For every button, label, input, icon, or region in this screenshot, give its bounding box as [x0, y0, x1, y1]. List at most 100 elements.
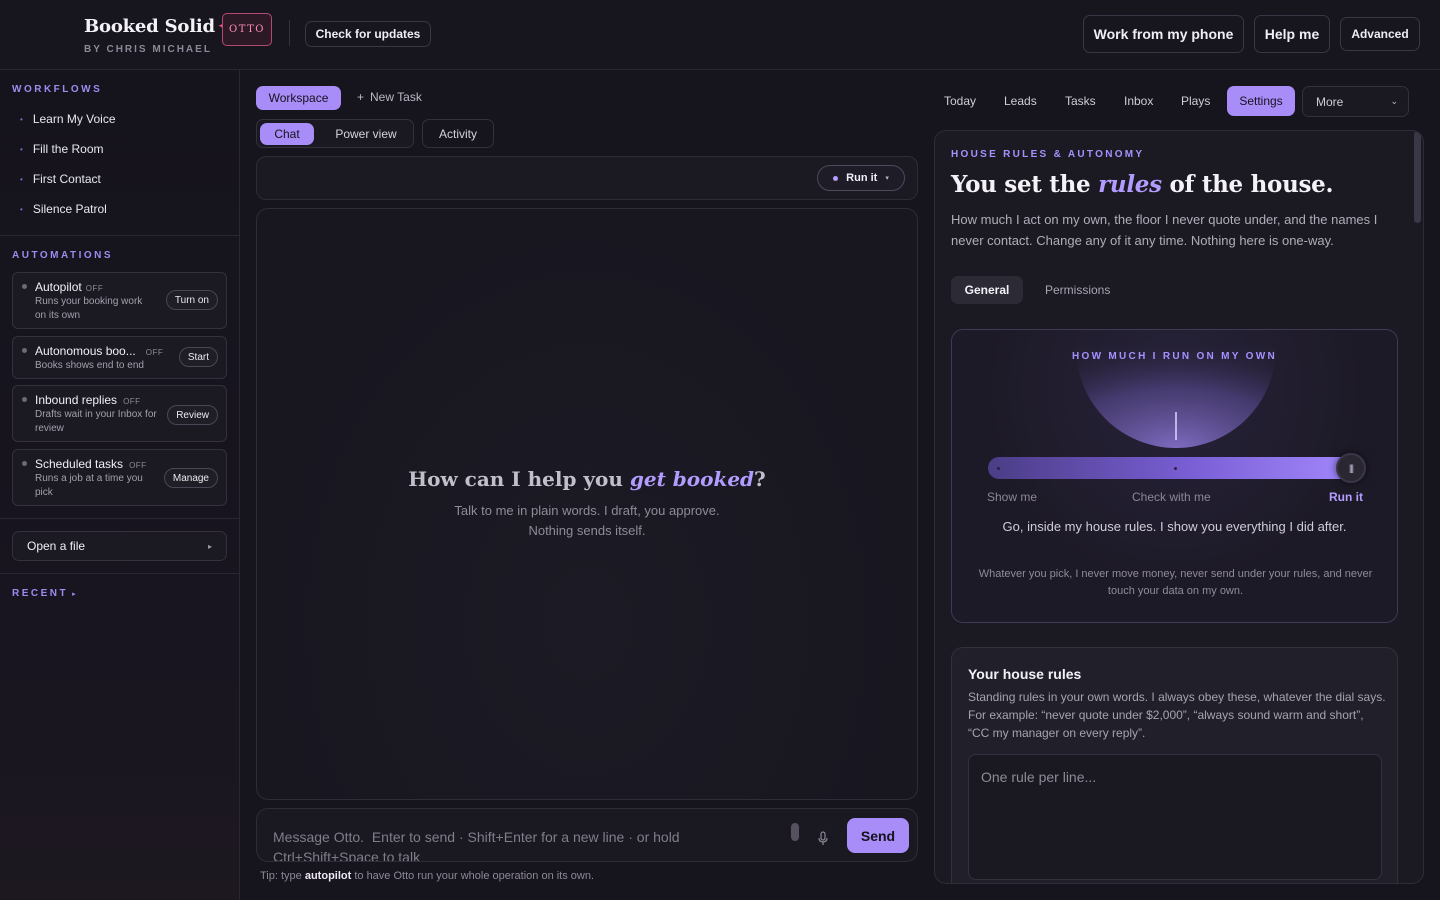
- automation-title: Inbound replies: [35, 393, 118, 407]
- view-switcher: Chat Power view: [256, 119, 414, 148]
- new-task-button[interactable]: + New Task: [357, 90, 422, 104]
- recent-title: RECENT: [12, 588, 69, 599]
- status-dot: [22, 461, 27, 466]
- empty-title-text: How can I help you: [408, 467, 630, 491]
- status-badge: OFF: [145, 348, 164, 357]
- chevron-right-icon: ▸: [207, 541, 212, 551]
- settings-title: You set the rules of the house.: [951, 171, 1333, 198]
- house-rules-card: Your house rules Standing rules in your …: [951, 647, 1398, 883]
- automation-card-autonomous-booking: Autonomous boo... OFF Books shows end to …: [12, 336, 227, 379]
- nav-today[interactable]: Today: [944, 94, 976, 108]
- composer-scrollbar[interactable]: [791, 823, 799, 841]
- nav-inbox[interactable]: Inbox: [1124, 94, 1153, 108]
- automation-title: Autonomous boo...: [35, 344, 136, 358]
- slider-tick: [997, 467, 1000, 470]
- run-it-label: Run it: [846, 172, 878, 184]
- tab-workspace[interactable]: Workspace: [256, 86, 341, 110]
- sidebar-item-label: First Contact: [32, 172, 101, 186]
- slider-handle[interactable]: |||: [1336, 453, 1366, 483]
- empty-sub-line: Talk to me in plain words. I draft, you …: [454, 503, 720, 518]
- tab-power-view[interactable]: Power view: [321, 123, 411, 145]
- sidebar-item-label: Learn My Voice: [32, 112, 116, 126]
- automation-desc: Runs your booking work on its own: [35, 296, 143, 321]
- empty-state-title: How can I help you get booked?: [257, 467, 917, 491]
- open-file-button[interactable]: Open a file ▸: [12, 531, 227, 561]
- start-button[interactable]: Start: [178, 347, 218, 367]
- house-rules-desc: Standing rules in your own words. I alwa…: [968, 690, 1386, 740]
- work-from-phone-button[interactable]: Work from my phone: [1083, 15, 1244, 53]
- microphone-icon[interactable]: [817, 831, 829, 847]
- automation-desc: Books shows end to end: [35, 360, 144, 371]
- automation-desc: Runs a job at a time you pick: [35, 473, 143, 498]
- autonomy-dial-card: HOW MUCH I RUN ON MY OWN ||| Show me Che…: [951, 329, 1398, 623]
- nav-plays[interactable]: Plays: [1181, 94, 1210, 108]
- turn-on-button[interactable]: Turn on: [165, 290, 218, 310]
- dial-footnote: Whatever you pick, I never move money, n…: [978, 568, 1373, 597]
- sidebar-item-learn-my-voice[interactable]: • Learn My Voice: [20, 112, 116, 126]
- settings-scrollbar[interactable]: [1414, 131, 1421, 223]
- sidebar-item-fill-the-room[interactable]: • Fill the Room: [20, 142, 104, 156]
- brand: Booked Solid✦ BY CHRIS MICHAEL: [84, 16, 231, 55]
- header-divider: [289, 20, 290, 46]
- plus-icon: +: [357, 90, 365, 104]
- sidebar-item-first-contact[interactable]: • First Contact: [20, 172, 101, 186]
- bullet-icon: •: [20, 174, 23, 184]
- otto-badge: OTTO: [222, 13, 272, 46]
- advanced-button[interactable]: Advanced: [1340, 17, 1420, 51]
- bullet-icon: •: [20, 114, 23, 124]
- dial-label-show-me[interactable]: Show me: [987, 490, 1037, 504]
- sidebar-item-label: Fill the Room: [32, 142, 104, 156]
- workflows-title: WORKFLOWS: [12, 84, 103, 95]
- house-rules-input[interactable]: [968, 754, 1382, 880]
- status-badge: OFF: [129, 461, 147, 470]
- settings-panel: HOUSE RULES & AUTONOMY You set the rules…: [934, 130, 1424, 884]
- nav-settings[interactable]: Settings: [1227, 86, 1295, 116]
- send-button[interactable]: Send: [847, 818, 909, 853]
- automation-card-autopilot: Autopilot OFF Runs your booking work on i…: [12, 272, 227, 329]
- settings-title-text: You set the: [951, 171, 1099, 198]
- composer: Send: [256, 808, 918, 862]
- empty-title-suffix: ?: [754, 467, 766, 491]
- app-header: Booked Solid✦ BY CHRIS MICHAEL OTTO Chec…: [0, 0, 1440, 70]
- dial-status: Go, inside my house rules. I show you ev…: [1002, 519, 1347, 534]
- more-dropdown[interactable]: More ⌄: [1302, 86, 1409, 117]
- run-bar: Run it ▾: [256, 156, 918, 200]
- empty-sub-line: Nothing sends itself.: [528, 523, 646, 538]
- nav-leads[interactable]: Leads: [1004, 94, 1037, 108]
- settings-title-suffix: of the house.: [1161, 171, 1334, 198]
- review-button[interactable]: Review: [167, 405, 218, 425]
- sidebar-item-silence-patrol[interactable]: • Silence Patrol: [20, 202, 107, 216]
- sidebar-divider: [0, 235, 239, 236]
- recent-toggle[interactable]: RECENT ▸: [12, 588, 78, 599]
- tab-permissions[interactable]: Permissions: [1045, 283, 1110, 297]
- settings-title-emphasis: rules: [1098, 171, 1162, 198]
- bullet-icon: •: [20, 204, 23, 214]
- settings-eyebrow: HOUSE RULES & AUTONOMY: [951, 149, 1145, 160]
- activity-button[interactable]: Activity: [422, 119, 494, 148]
- manage-button[interactable]: Manage: [163, 468, 218, 488]
- check-updates-button[interactable]: Check for updates: [305, 21, 431, 47]
- message-input[interactable]: [273, 827, 773, 861]
- tip-suffix: to have Otto run your whole operation on…: [351, 870, 595, 882]
- tab-general[interactable]: General: [951, 276, 1023, 304]
- sidebar-divider: [0, 573, 239, 574]
- tab-chat[interactable]: Chat: [260, 123, 314, 145]
- open-file-label: Open a file: [27, 539, 86, 553]
- status-dot: [22, 397, 27, 402]
- brand-name: Booked Solid: [84, 16, 215, 37]
- autonomy-slider-track[interactable]: [988, 457, 1365, 479]
- help-button[interactable]: Help me: [1254, 15, 1330, 53]
- dial-label-check-with-me[interactable]: Check with me: [1132, 490, 1211, 504]
- nav-tasks[interactable]: Tasks: [1065, 94, 1096, 108]
- empty-state-subtitle: Talk to me in plain words. I draft, you …: [257, 501, 917, 541]
- automations-title: AUTOMATIONS: [12, 250, 114, 261]
- house-rules-title: Your house rules: [968, 666, 1082, 682]
- dial-label-run-it[interactable]: Run it: [1329, 490, 1363, 504]
- dial-eyebrow: HOW MUCH I RUN ON MY OWN: [1071, 351, 1277, 362]
- chat-panel: How can I help you get booked? Talk to m…: [256, 208, 918, 800]
- brand-byline: BY CHRIS MICHAEL: [84, 44, 212, 55]
- chevron-down-icon: ⌄: [1390, 96, 1398, 106]
- status-dot: [22, 348, 27, 353]
- run-it-button[interactable]: Run it ▾: [817, 165, 905, 191]
- tip-prefix: Tip: type: [260, 870, 305, 882]
